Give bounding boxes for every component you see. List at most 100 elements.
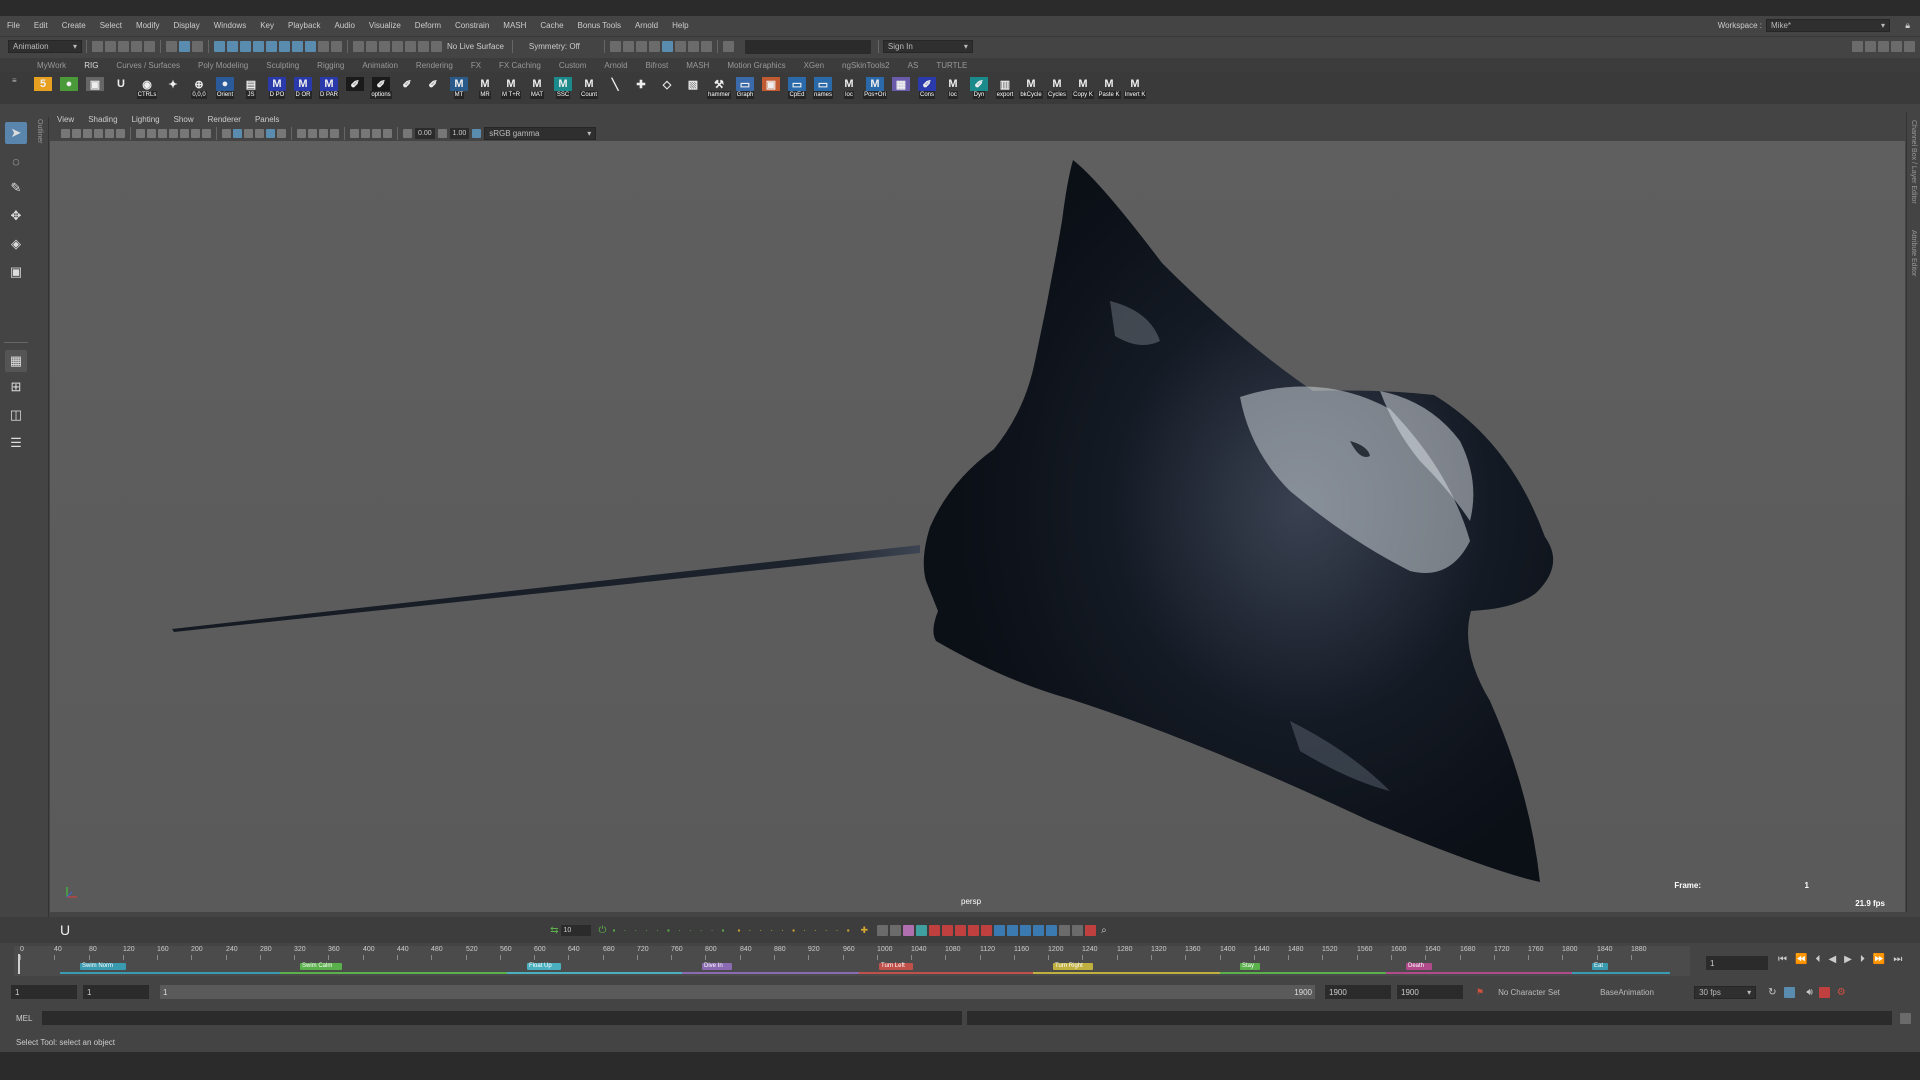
tool-icon[interactable] bbox=[994, 924, 1006, 936]
fps-dropdown[interactable]: 30 fps ▾ bbox=[1694, 985, 1757, 999]
shelf-button[interactable]: ✐ options bbox=[370, 75, 392, 101]
shelf-button[interactable]: ✐ bbox=[422, 75, 444, 101]
redo-icon[interactable] bbox=[144, 41, 155, 52]
play-forward-icon[interactable]: ▶ bbox=[1844, 954, 1852, 965]
auto-key-icon[interactable]: ⚑ bbox=[1476, 987, 1484, 998]
menu-visualize[interactable]: Visualize bbox=[362, 21, 408, 30]
shelf-button[interactable]: ▧ bbox=[682, 75, 704, 101]
tool-icon[interactable] bbox=[1046, 924, 1058, 936]
lasso-tool-icon[interactable]: ◌ bbox=[5, 150, 27, 172]
shelf-button[interactable]: ◇ bbox=[656, 75, 678, 101]
shelf-tab[interactable]: Poly Modeling bbox=[189, 61, 257, 70]
tool-settings-icon[interactable] bbox=[1891, 41, 1902, 52]
shelf-button[interactable]: ▭ CpEd bbox=[786, 75, 808, 101]
shelf-button[interactable]: ▣ bbox=[84, 75, 106, 101]
tool-icon[interactable] bbox=[1007, 924, 1019, 936]
select-component-icon[interactable] bbox=[192, 41, 203, 52]
save-scene-icon[interactable] bbox=[118, 41, 129, 52]
preferences-icon[interactable]: ⚙ bbox=[1837, 987, 1846, 998]
outliner-collapsed-strip[interactable]: Outliner bbox=[33, 117, 49, 917]
curve-icon[interactable] bbox=[929, 924, 941, 936]
film-gate-icon[interactable] bbox=[147, 128, 156, 138]
shelf-button[interactable]: ⊕ 0,0,0 bbox=[188, 75, 210, 101]
shelf-button[interactable]: M Invert K bbox=[1123, 75, 1147, 101]
lock-selection-icon[interactable] bbox=[318, 41, 329, 52]
use-all-lights-icon[interactable] bbox=[266, 128, 275, 138]
key-icon[interactable] bbox=[968, 924, 980, 936]
shelf-button[interactable]: M SSC bbox=[552, 75, 574, 101]
playback-start-field[interactable]: 1 bbox=[83, 985, 149, 999]
shelf-tab[interactable]: TURTLE bbox=[927, 61, 976, 70]
power-icon[interactable]: ⏻ bbox=[599, 925, 607, 936]
anim-clip-label[interactable]: Eat bbox=[1592, 963, 1608, 970]
shelf-button[interactable]: ▣ bbox=[760, 75, 782, 101]
xray-joints-icon[interactable] bbox=[372, 128, 381, 138]
anim-clip-range[interactable] bbox=[1386, 972, 1572, 974]
smooth-shade-icon[interactable] bbox=[233, 128, 242, 138]
2d-pan-zoom-icon[interactable] bbox=[105, 128, 114, 138]
shelf-tab[interactable]: Custom bbox=[550, 61, 596, 70]
safe-action-icon[interactable] bbox=[191, 128, 200, 138]
record-icon[interactable] bbox=[1818, 986, 1830, 998]
screen-space-ao-icon[interactable] bbox=[297, 128, 306, 138]
shelf-tab[interactable]: Motion Graphics bbox=[718, 61, 794, 70]
shelf-button[interactable]: ▭ Graph bbox=[734, 75, 756, 101]
play-backward-icon[interactable]: ◀ bbox=[1828, 954, 1836, 965]
select-mask-icon[interactable] bbox=[214, 41, 225, 52]
key-tangent-icon[interactable]: ▪ · · · · ▪ · · · · ▪ bbox=[612, 926, 727, 935]
shelf-menu-icon[interactable]: ≡ bbox=[12, 76, 18, 100]
shelf-button[interactable]: Mloc bbox=[838, 75, 860, 101]
shelf-tab[interactable]: Sculpting bbox=[257, 61, 308, 70]
render-view-icon[interactable] bbox=[609, 41, 621, 52]
default-material-icon[interactable] bbox=[244, 128, 253, 138]
shelf-tab[interactable]: FX Caching bbox=[490, 61, 550, 70]
snap-point-icon[interactable] bbox=[379, 41, 390, 52]
wireframe-icon[interactable] bbox=[222, 128, 231, 138]
render-setup-icon[interactable] bbox=[674, 41, 686, 52]
menu-help[interactable]: Help bbox=[665, 21, 695, 30]
shelf-button[interactable]: M Count bbox=[578, 75, 600, 101]
select-hierarchy-icon[interactable] bbox=[166, 41, 177, 52]
isolate-select-icon[interactable] bbox=[350, 128, 359, 138]
menu-constrain[interactable]: Constrain bbox=[448, 21, 496, 30]
key-icon[interactable] bbox=[955, 924, 967, 936]
shelf-button[interactable]: MM T+R bbox=[500, 75, 522, 101]
resolution-gate-icon[interactable] bbox=[158, 128, 167, 138]
backface-culling-icon[interactable] bbox=[383, 128, 392, 138]
range-slider[interactable]: 1 1900 bbox=[160, 985, 1315, 999]
image-plane-icon[interactable] bbox=[94, 128, 103, 138]
menu-playback[interactable]: Playback bbox=[281, 21, 327, 30]
time-slider[interactable]: 0 40 80 120 160 200 240 280 320 360 400 440 480 520 56… bbox=[0, 946, 1920, 980]
field-chart-icon[interactable] bbox=[180, 128, 189, 138]
anim-clip-range[interactable] bbox=[1033, 972, 1220, 974]
shelf-button[interactable]: U bbox=[110, 75, 132, 101]
shelf-button[interactable]: ● Orient bbox=[214, 75, 236, 101]
shelf-tab[interactable]: AS bbox=[899, 61, 928, 70]
current-time-indicator[interactable] bbox=[18, 954, 20, 974]
shelf-button[interactable]: MD PAR bbox=[318, 75, 340, 101]
single-view-layout-icon[interactable]: ▦ bbox=[5, 350, 27, 372]
search-icon[interactable]: ⌕ bbox=[1101, 925, 1107, 936]
anim-clip-range[interactable] bbox=[859, 972, 1033, 974]
shelf-tab-active[interactable]: RIG bbox=[75, 61, 107, 70]
go-to-end-icon[interactable]: ⏭ bbox=[1893, 954, 1902, 965]
ipr-render-icon[interactable] bbox=[635, 41, 647, 52]
command-language-toggle[interactable]: MEL bbox=[16, 1014, 42, 1023]
command-input[interactable] bbox=[42, 1011, 962, 1025]
go-to-start-icon[interactable]: ⏮ bbox=[1778, 954, 1787, 965]
shelf-button[interactable]: M MR bbox=[474, 75, 496, 101]
motion-blur-icon[interactable] bbox=[308, 128, 317, 138]
two-view-layout-icon[interactable]: ◫ bbox=[5, 404, 27, 426]
menu-create[interactable]: Create bbox=[55, 21, 93, 30]
render-settings-icon[interactable] bbox=[648, 41, 660, 52]
step-back-arrow-icon[interactable]: ⇆ bbox=[550, 925, 558, 936]
shelf-button[interactable]: ▦ bbox=[890, 75, 912, 101]
shelf-button[interactable]: MbkCycle bbox=[1019, 75, 1043, 101]
key-icon[interactable] bbox=[981, 924, 993, 936]
live-surface-label[interactable]: No Live Surface bbox=[443, 42, 508, 51]
camera-attributes-icon[interactable] bbox=[72, 128, 81, 138]
select-mask-icon[interactable] bbox=[227, 41, 238, 52]
attribute-editor-tab[interactable]: Attribute Editor bbox=[1910, 230, 1917, 276]
anim-clip-label[interactable]: Turn Right bbox=[1053, 963, 1093, 970]
key-tangent-icon[interactable]: ▪ · · · · ▪ · · · · ▪ bbox=[737, 926, 852, 935]
